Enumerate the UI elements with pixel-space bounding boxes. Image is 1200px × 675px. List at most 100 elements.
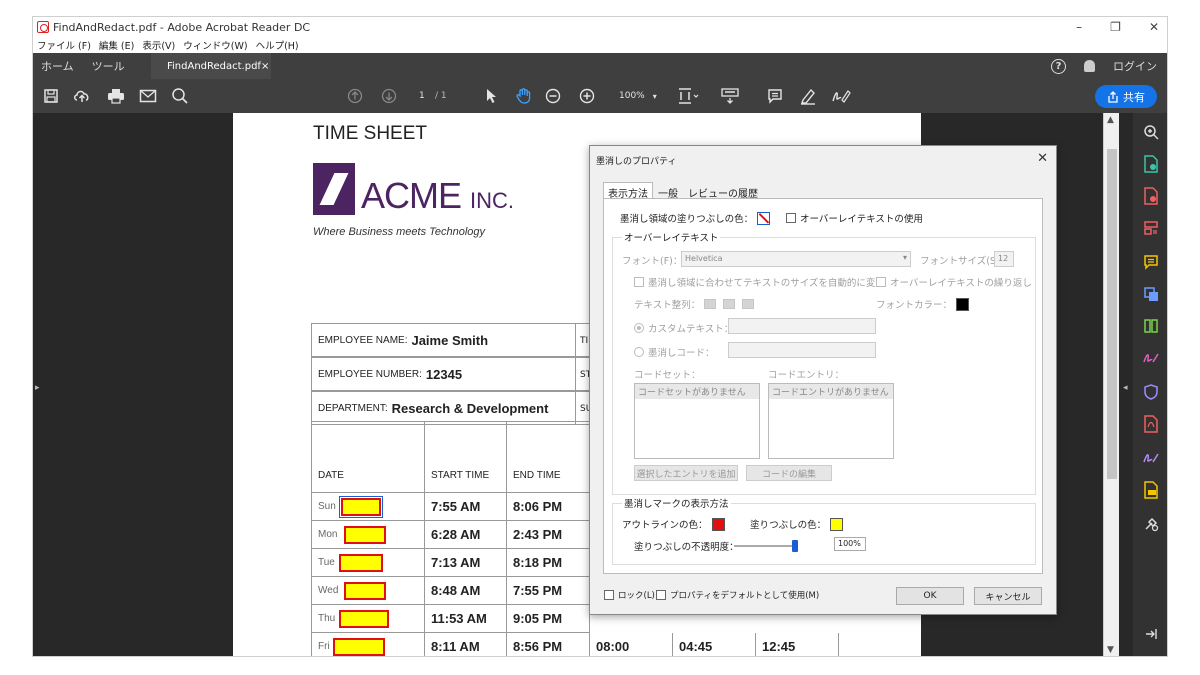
code-entry-list[interactable]: コードエントリがありません: [768, 383, 894, 459]
edit-code-button[interactable]: コードの編集: [746, 465, 832, 481]
font-color-swatch[interactable]: [956, 297, 970, 311]
redaction-mark[interactable]: [344, 526, 386, 544]
fill-sign-icon[interactable]: [831, 87, 851, 105]
redact-tool-icon[interactable]: [1142, 481, 1160, 499]
menu-window[interactable]: ウィンドウ(W): [183, 38, 247, 52]
acrobat-app-icon: [37, 21, 49, 33]
menu-file[interactable]: ファイル (F): [37, 38, 91, 52]
right-panel-toggle-icon[interactable]: ◂: [1123, 383, 1128, 393]
appearance-panel: 墨消し領域の塗りつぶしの色： オーバーレイテキストの使用 オーバーレイテキスト …: [603, 198, 1043, 574]
search-icon[interactable]: [171, 87, 189, 105]
menu-edit[interactable]: 編集 (E): [99, 38, 134, 52]
font-size-input[interactable]: 12: [994, 251, 1014, 267]
redaction-code-input[interactable]: [728, 342, 876, 358]
print-icon[interactable]: [107, 87, 125, 105]
end-time-cell: 9:05 PM: [506, 605, 590, 633]
end-time-cell: 8:56 PM: [506, 633, 590, 656]
font-color-label: フォントカラー：: [876, 300, 953, 311]
email-icon[interactable]: [139, 87, 157, 105]
signature-icon[interactable]: [1142, 449, 1160, 467]
repeat-overlay-checkbox[interactable]: [876, 277, 886, 287]
mark-fill-color-swatch[interactable]: [830, 517, 844, 531]
auto-size-checkbox[interactable]: [634, 277, 644, 287]
upload-cloud-icon[interactable]: [73, 87, 91, 105]
hand-tool-icon[interactable]: [515, 87, 533, 105]
font-select[interactable]: Helvetica ▾: [681, 251, 911, 267]
use-overlay-checkbox[interactable]: [786, 213, 796, 223]
create-pdf-icon[interactable]: [1142, 187, 1160, 205]
protect-shield-icon[interactable]: [1142, 383, 1160, 401]
share-button[interactable]: 共有: [1095, 85, 1157, 108]
previous-page-icon[interactable]: [347, 87, 363, 105]
zoom-in-icon[interactable]: [579, 87, 595, 105]
more-tools-icon[interactable]: [1142, 515, 1160, 533]
code-entry-label-row: コードエントリ：: [768, 367, 844, 381]
menu-help[interactable]: ヘルプ(H): [256, 38, 299, 52]
outline-color-row: アウトラインの色：: [622, 517, 725, 531]
fill-and-sign-icon[interactable]: [1142, 349, 1160, 367]
notification-bell-icon[interactable]: [1084, 60, 1095, 72]
comment-icon[interactable]: [767, 87, 783, 105]
export-pdf-icon[interactable]: [1142, 155, 1160, 173]
select-arrow-icon[interactable]: [485, 87, 497, 105]
restore-button[interactable]: ❐: [1110, 20, 1121, 34]
save-icon[interactable]: [43, 87, 59, 105]
page-number-input[interactable]: 1: [419, 87, 425, 105]
align-center-icon[interactable]: [723, 299, 736, 309]
redaction-mark[interactable]: [339, 610, 389, 628]
collapse-panel-icon[interactable]: [1142, 625, 1160, 643]
zoom-level-select[interactable]: 100% ▾: [619, 87, 657, 105]
scan-ocr-icon[interactable]: [1142, 285, 1160, 303]
text-align-row: テキスト整列：: [634, 297, 757, 311]
cancel-button[interactable]: キャンセル: [974, 587, 1042, 605]
zoom-search-icon[interactable]: [1142, 123, 1160, 141]
custom-text-input[interactable]: [728, 318, 876, 334]
tab-home[interactable]: ホーム: [41, 58, 74, 74]
outline-color-swatch[interactable]: [711, 517, 725, 531]
redaction-code-radio[interactable]: [634, 347, 644, 357]
scroll-down-icon[interactable]: ▼: [1107, 645, 1114, 655]
lock-checkbox[interactable]: [604, 590, 614, 600]
close-window-button[interactable]: ✕: [1149, 20, 1159, 34]
help-icon[interactable]: ?: [1051, 58, 1066, 74]
tab-tools[interactable]: ツール: [92, 58, 125, 74]
minimize-button[interactable]: –: [1076, 20, 1082, 34]
use-overlay-row: オーバーレイテキストの使用: [786, 211, 923, 225]
next-page-icon[interactable]: [381, 87, 397, 105]
pdf-file-icon[interactable]: [1142, 415, 1160, 433]
vertical-scrollbar[interactable]: ▲ ▼: [1103, 113, 1119, 656]
menu-view[interactable]: 表示(V): [142, 38, 175, 52]
left-panel-toggle-icon[interactable]: ▸: [35, 383, 40, 393]
organize-pages-icon[interactable]: [1142, 219, 1160, 237]
ok-button[interactable]: OK: [896, 587, 964, 605]
page-fit-icon[interactable]: [677, 87, 699, 105]
zoom-out-icon[interactable]: [545, 87, 561, 105]
scrollbar-thumb[interactable]: [1107, 149, 1117, 479]
document-tab[interactable]: FindAndRedact.pdf ×: [151, 53, 271, 79]
use-as-default-checkbox[interactable]: [656, 590, 666, 600]
comment-tool-icon[interactable]: [1142, 253, 1160, 271]
add-selected-entry-button[interactable]: 選択したエントリを追加: [634, 465, 738, 481]
fill-color-none-swatch[interactable]: [757, 211, 771, 225]
highlight-pen-icon[interactable]: [799, 87, 817, 105]
keyboard-icon[interactable]: [721, 87, 739, 105]
align-right-icon[interactable]: [742, 299, 755, 309]
scroll-up-icon[interactable]: ▲: [1107, 115, 1114, 125]
redaction-mark[interactable]: [333, 638, 385, 656]
opacity-input[interactable]: 100%: [834, 537, 866, 551]
custom-text-radio[interactable]: [634, 323, 644, 333]
lock-row: ロック(L): [604, 589, 655, 601]
code-set-list[interactable]: コードセットがありません: [634, 383, 760, 459]
redaction-mark[interactable]: [339, 554, 383, 572]
redaction-mark[interactable]: [344, 582, 386, 600]
compare-files-icon[interactable]: [1142, 317, 1160, 335]
document-tab-close-icon[interactable]: ×: [261, 61, 269, 72]
start-time-cell: 6:28 AM: [424, 521, 507, 549]
dialog-close-icon[interactable]: ✕: [1037, 151, 1048, 166]
opacity-slider[interactable]: [734, 545, 798, 547]
acme-logo-mark: [313, 163, 355, 215]
opacity-slider-thumb[interactable]: [792, 540, 798, 552]
redaction-mark[interactable]: [339, 496, 383, 518]
login-link[interactable]: ログイン: [1113, 58, 1157, 74]
align-left-icon[interactable]: [704, 299, 717, 309]
